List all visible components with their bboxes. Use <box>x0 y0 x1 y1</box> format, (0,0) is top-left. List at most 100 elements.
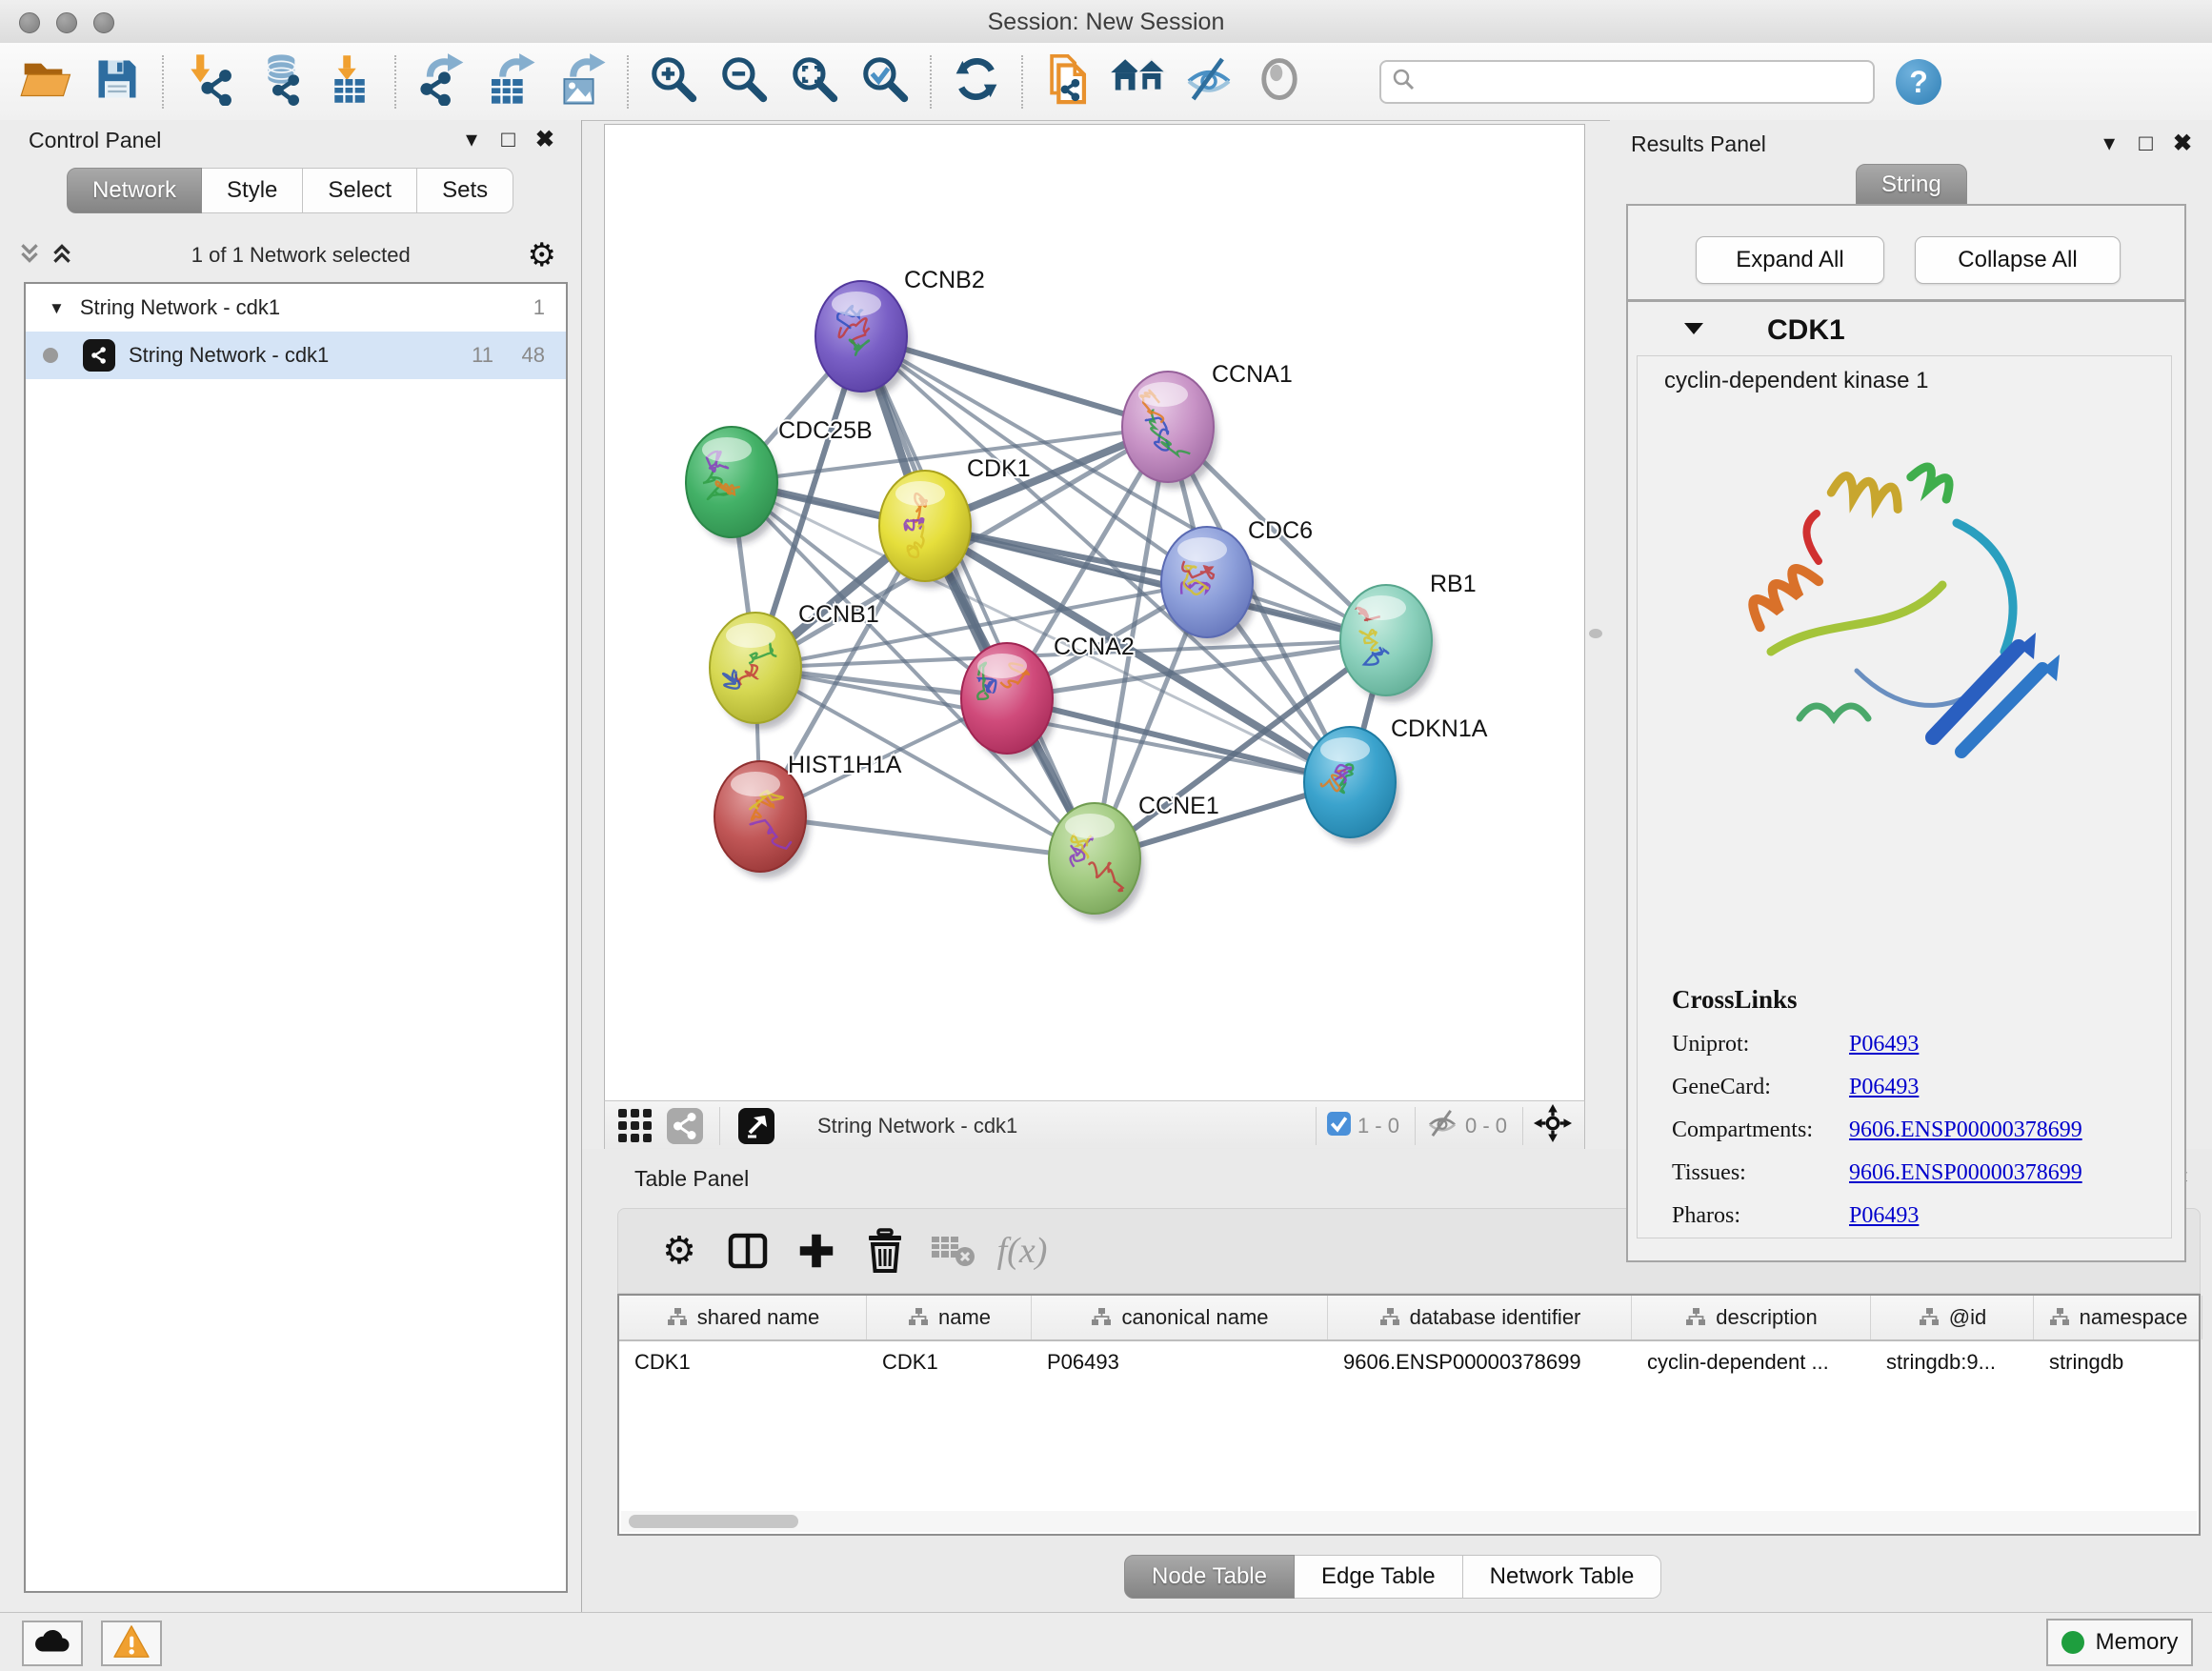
panel-close-icon[interactable]: ✖ <box>2166 130 2199 157</box>
table-options-gear-icon[interactable]: ⚙ <box>645 1224 714 1278</box>
panel-menu-icon[interactable]: ▾ <box>455 126 488 153</box>
import-network-button[interactable] <box>179 53 238 111</box>
import-table-button[interactable] <box>320 53 379 111</box>
zoom-fit-button[interactable] <box>785 53 844 111</box>
tab-node-table[interactable]: Node Table <box>1124 1555 1295 1599</box>
network-edge[interactable] <box>861 336 1095 858</box>
open-session-button[interactable] <box>17 53 76 111</box>
column-header[interactable]: canonical name <box>1032 1296 1328 1339</box>
node-section-header[interactable]: CDK1 <box>1634 310 2179 352</box>
network-edge[interactable] <box>760 816 1095 858</box>
network-node-CDC6[interactable] <box>1161 527 1257 644</box>
grid-view-icon[interactable] <box>611 1099 660 1153</box>
scrollbar-thumb[interactable] <box>629 1515 798 1528</box>
cloud-status-button[interactable] <box>22 1621 83 1666</box>
panel-float-icon[interactable]: □ <box>492 127 524 153</box>
collapse-all-button[interactable]: Collapse All <box>1915 236 2121 284</box>
string-import-button[interactable] <box>1038 53 1097 111</box>
expand-all-icon[interactable] <box>50 241 74 271</box>
zoom-out-button[interactable] <box>714 53 774 111</box>
import-database-icon <box>251 52 307 111</box>
tab-select[interactable]: Select <box>303 168 417 213</box>
expand-all-button[interactable]: Expand All <box>1696 236 1884 284</box>
table-cell[interactable]: stringdb <box>2034 1341 2202 1383</box>
network-row[interactable]: String Network - cdk1 11 48 <box>26 332 566 379</box>
tab-string[interactable]: String <box>1856 164 1967 206</box>
help-button[interactable]: ? <box>1896 59 1941 105</box>
tab-style[interactable]: Style <box>202 168 303 213</box>
column-header[interactable]: shared name <box>619 1296 867 1339</box>
show-columns-icon[interactable] <box>714 1224 782 1278</box>
show-all-button[interactable] <box>1250 53 1309 111</box>
network-share-view-icon[interactable] <box>660 1099 710 1153</box>
section-collapse-icon[interactable] <box>1683 321 1704 341</box>
network-node-CCNE1[interactable] <box>1049 803 1144 920</box>
zoom-in-button[interactable] <box>644 53 703 111</box>
panel-float-icon[interactable]: □ <box>2130 131 2162 157</box>
table-cell[interactable]: 9606.ENSP00000378699 <box>1328 1341 1632 1383</box>
hide-selected-button[interactable] <box>1179 53 1238 111</box>
export-table-button[interactable] <box>482 53 541 111</box>
crosslink-link[interactable]: 9606.ENSP00000378699 <box>1849 1117 2082 1143</box>
tab-edge-table[interactable]: Edge Table <box>1295 1555 1463 1599</box>
crosslink-link[interactable]: 9606.ENSP00000378699 <box>1849 1160 2082 1186</box>
column-header[interactable]: namespace <box>2034 1296 2202 1339</box>
import-network-from-database-button[interactable] <box>250 53 309 111</box>
delete-column-icon[interactable] <box>851 1224 919 1278</box>
tab-sets[interactable]: Sets <box>417 168 513 213</box>
tab-network[interactable]: Network <box>67 168 202 213</box>
table-cell[interactable]: CDK1 <box>619 1341 867 1383</box>
crosslink-link[interactable]: P06493 <box>1849 1203 1919 1229</box>
table-row[interactable]: CDK1CDK1P064939606.ENSP00000378699cyclin… <box>619 1341 2199 1383</box>
tree-expand-icon[interactable]: ▼ <box>49 300 65 316</box>
network-node-CCNA2[interactable] <box>961 643 1056 760</box>
fit-content-crosshair-icon[interactable] <box>1533 1103 1573 1148</box>
column-header[interactable]: description <box>1632 1296 1871 1339</box>
table-cell[interactable]: CDK1 <box>867 1341 1032 1383</box>
search-field[interactable] <box>1379 60 1875 104</box>
create-column-icon[interactable] <box>782 1224 851 1278</box>
save-session-button[interactable] <box>88 53 147 111</box>
warning-status-button[interactable] <box>101 1621 162 1666</box>
network-node-CCNB1[interactable] <box>710 613 805 730</box>
network-canvas[interactable]: CCNB2CCNA1CDC25BCDK1CDC6RB1CCNB1CCNA2CDK… <box>604 124 1585 1102</box>
network-node-CDKN1A[interactable] <box>1304 727 1399 844</box>
right-splitter-handle[interactable] <box>1589 629 1602 638</box>
node-label-CDC25B: CDC25B <box>778 417 873 444</box>
column-header[interactable]: database identifier <box>1328 1296 1632 1339</box>
table-horizontal-scrollbar[interactable] <box>621 1511 2197 1532</box>
panel-menu-icon[interactable]: ▾ <box>2093 130 2125 157</box>
hidden-eye-icon[interactable] <box>1425 1108 1459 1143</box>
column-header[interactable]: @id <box>1871 1296 2034 1339</box>
show-eye-icon <box>1255 54 1304 109</box>
zoom-selected-button[interactable] <box>855 53 915 111</box>
network-node-CCNA1[interactable] <box>1122 372 1217 489</box>
open-in-new-window-icon[interactable] <box>730 1099 783 1153</box>
network-options-gear-icon[interactable]: ⚙ <box>528 239 556 272</box>
home-button[interactable] <box>1109 53 1168 111</box>
collapse-all-icon[interactable] <box>17 241 42 271</box>
export-network-button[interactable] <box>412 53 471 111</box>
network-collection-row[interactable]: ▼ String Network - cdk1 1 <box>26 284 566 332</box>
selected-checkbox-icon[interactable] <box>1326 1111 1352 1141</box>
table-cell[interactable]: cyclin-dependent ... <box>1632 1341 1871 1383</box>
open-folder-icon <box>20 54 73 109</box>
crosslink-link[interactable]: P06493 <box>1849 1075 1919 1100</box>
network-node-CDK1[interactable] <box>879 471 975 588</box>
column-header[interactable]: name <box>867 1296 1032 1339</box>
table-cell[interactable]: P06493 <box>1032 1341 1328 1383</box>
refresh-button[interactable] <box>947 53 1006 111</box>
tab-network-table[interactable]: Network Table <box>1463 1555 1662 1599</box>
memory-button[interactable]: Memory <box>2046 1619 2193 1666</box>
crosslink-link[interactable]: P06493 <box>1849 1032 1919 1057</box>
export-image-button[interactable] <box>553 53 612 111</box>
panel-close-icon[interactable]: ✖ <box>529 126 561 153</box>
control-panel-tabs: Network Style Select Sets <box>67 168 513 213</box>
table-cell[interactable]: stringdb:9... <box>1871 1341 2034 1383</box>
function-builder-icon[interactable]: f(x) <box>988 1224 1056 1278</box>
network-node-RB1[interactable] <box>1340 585 1436 702</box>
delete-table-icon[interactable] <box>919 1224 988 1278</box>
network-node-HIST1H1A[interactable] <box>714 761 810 878</box>
search-input[interactable] <box>1423 69 1863 95</box>
network-node-CCNB2[interactable] <box>815 281 911 398</box>
